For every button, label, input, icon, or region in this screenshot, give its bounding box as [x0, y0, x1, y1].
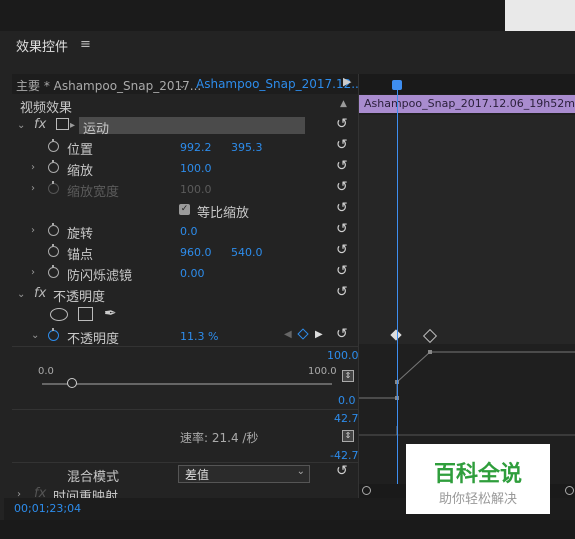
graph-toggle-icon[interactable]: ⇕: [342, 370, 354, 382]
antiflicker-value[interactable]: 0.00: [180, 267, 205, 280]
reset-icon[interactable]: ↺: [336, 242, 348, 258]
reset-icon[interactable]: ↺: [336, 179, 348, 195]
timeline-clip[interactable]: Ashampoo_Snap_2017.12.06_19h52m52s_00: [359, 95, 575, 113]
ellipse-mask-icon[interactable]: [50, 308, 68, 321]
app-window: 效果控件 ≡ 主要 * Ashampoo_Snap_2017... ⌄ Asha…: [0, 0, 575, 539]
blend-mode-value: 差值: [185, 468, 210, 482]
position-label: 位置: [67, 143, 94, 158]
expand-icon[interactable]: ›: [31, 267, 35, 278]
opacity-label: 不透明度: [67, 332, 120, 347]
opacity-section-label: 不透明度: [53, 290, 106, 305]
divider: [12, 346, 358, 347]
anchor-y[interactable]: 540.0: [231, 246, 263, 259]
motion-submenu-icon[interactable]: ▸: [70, 120, 75, 131]
blend-mode-dropdown[interactable]: 差值 ⌄: [178, 465, 310, 483]
scale-width-label: 缩放宽度: [67, 185, 120, 200]
reset-icon[interactable]: ↺: [336, 158, 348, 174]
stopwatch-icon[interactable]: [48, 265, 59, 278]
tab-main-sequence[interactable]: 主要 * Ashampoo_Snap_2017...: [16, 77, 201, 94]
playhead[interactable]: [397, 80, 398, 484]
motion-label: 运动: [83, 122, 110, 137]
anchor-label: 锚点: [67, 248, 94, 263]
expand-icon[interactable]: ⌄: [31, 330, 39, 341]
panel-title: 效果控件: [16, 40, 69, 55]
stopwatch-icon[interactable]: [48, 139, 59, 152]
expand-icon: ›: [31, 183, 35, 194]
slider-max: 100.0: [308, 366, 337, 377]
watermark-title: 百科全说: [433, 462, 522, 487]
time-remap-label: 时间重映射: [53, 490, 119, 498]
expand-icon[interactable]: ›: [31, 162, 35, 173]
pen-mask-icon[interactable]: ✒: [104, 304, 117, 322]
stopwatch-icon[interactable]: [48, 223, 59, 236]
panel-menu-icon[interactable]: ≡: [80, 37, 91, 52]
velocity-toggle-icon[interactable]: ⇕: [342, 430, 354, 442]
opacity-slider-track[interactable]: [42, 383, 332, 385]
divider: [12, 409, 358, 410]
stopwatch-icon[interactable]: [48, 244, 59, 257]
scroll-handle-right[interactable]: [565, 486, 574, 495]
timecode[interactable]: 00;01;23;04: [14, 502, 81, 515]
graph-top-value: 100.0: [327, 349, 359, 362]
blend-mode-label: 混合模式: [67, 470, 120, 485]
slider-min: 0.0: [38, 366, 54, 377]
prev-keyframe-icon[interactable]: ◀: [284, 329, 292, 340]
timeline-rows: [359, 115, 575, 344]
fx-icon[interactable]: fx: [34, 286, 46, 301]
reset-icon[interactable]: ↺: [336, 116, 348, 132]
stopwatch-icon: [48, 181, 59, 194]
position-x[interactable]: 992.2: [180, 141, 212, 154]
video-effects-heading: 视频效果: [20, 101, 73, 116]
expand-icon[interactable]: ›: [31, 225, 35, 236]
chevron-down-icon: ⌄: [296, 466, 305, 477]
transform-handle-icon[interactable]: [56, 118, 69, 130]
expand-opacity-icon[interactable]: ⌄: [17, 289, 25, 300]
anchor-x[interactable]: 960.0: [180, 246, 212, 259]
rectangle-mask-icon[interactable]: [78, 307, 93, 321]
velocity-top-value: 42.7: [334, 412, 359, 425]
uniform-scale-label: 等比缩放: [197, 206, 250, 221]
reset-icon[interactable]: ↺: [336, 463, 348, 479]
graph-bottom-value: 0.0: [338, 394, 356, 407]
top-strip: [0, 0, 575, 31]
fx-icon[interactable]: fx: [34, 117, 46, 132]
position-y[interactable]: 395.3: [231, 141, 263, 154]
next-keyframe-icon[interactable]: ▶: [315, 329, 323, 340]
transport-bar: [0, 520, 575, 539]
expand-motion-icon[interactable]: ⌄: [17, 120, 25, 131]
collapse-arrow-icon[interactable]: ▲: [340, 99, 347, 109]
velocity-bottom-value: -42.7: [330, 449, 359, 462]
play-arrow-icon[interactable]: ▶: [343, 75, 351, 88]
reset-icon[interactable]: ↺: [336, 221, 348, 237]
reset-icon[interactable]: ↺: [336, 326, 348, 342]
scroll-handle-left[interactable]: [362, 486, 371, 495]
reset-icon[interactable]: ↺: [336, 263, 348, 279]
antiflicker-label: 防闪烁滤镜: [67, 269, 133, 284]
reset-icon[interactable]: ↺: [336, 137, 348, 153]
watermark: 百科全说 助你轻松解决: [406, 444, 550, 514]
stopwatch-icon[interactable]: [48, 328, 59, 341]
motion-header-bar[interactable]: [79, 117, 305, 134]
top-right-area: [505, 0, 575, 31]
stopwatch-icon[interactable]: [48, 160, 59, 173]
tab-clip[interactable]: Ashampoo_Snap_2017.12...: [196, 77, 363, 91]
chevron-down-icon[interactable]: ⌄: [178, 80, 186, 91]
scale-label: 缩放: [67, 164, 94, 179]
divider: [12, 462, 358, 463]
watermark-subtitle: 助你轻松解决: [438, 492, 517, 507]
uniform-scale-checkbox[interactable]: ✓: [179, 204, 190, 215]
rotation-label: 旋转: [67, 227, 94, 242]
opacity-slider-thumb[interactable]: [67, 378, 77, 388]
reset-icon[interactable]: ↺: [336, 200, 348, 216]
reset-icon[interactable]: ↺: [336, 284, 348, 300]
playhead-handle[interactable]: [392, 80, 402, 90]
scale-value[interactable]: 100.0: [180, 162, 212, 175]
opacity-value[interactable]: 11.3 %: [180, 330, 218, 343]
velocity-rate: 速率: 21.4 /秒: [180, 431, 259, 445]
scale-width-value: 100.0: [180, 183, 212, 196]
rotation-value[interactable]: 0.0: [180, 225, 198, 238]
